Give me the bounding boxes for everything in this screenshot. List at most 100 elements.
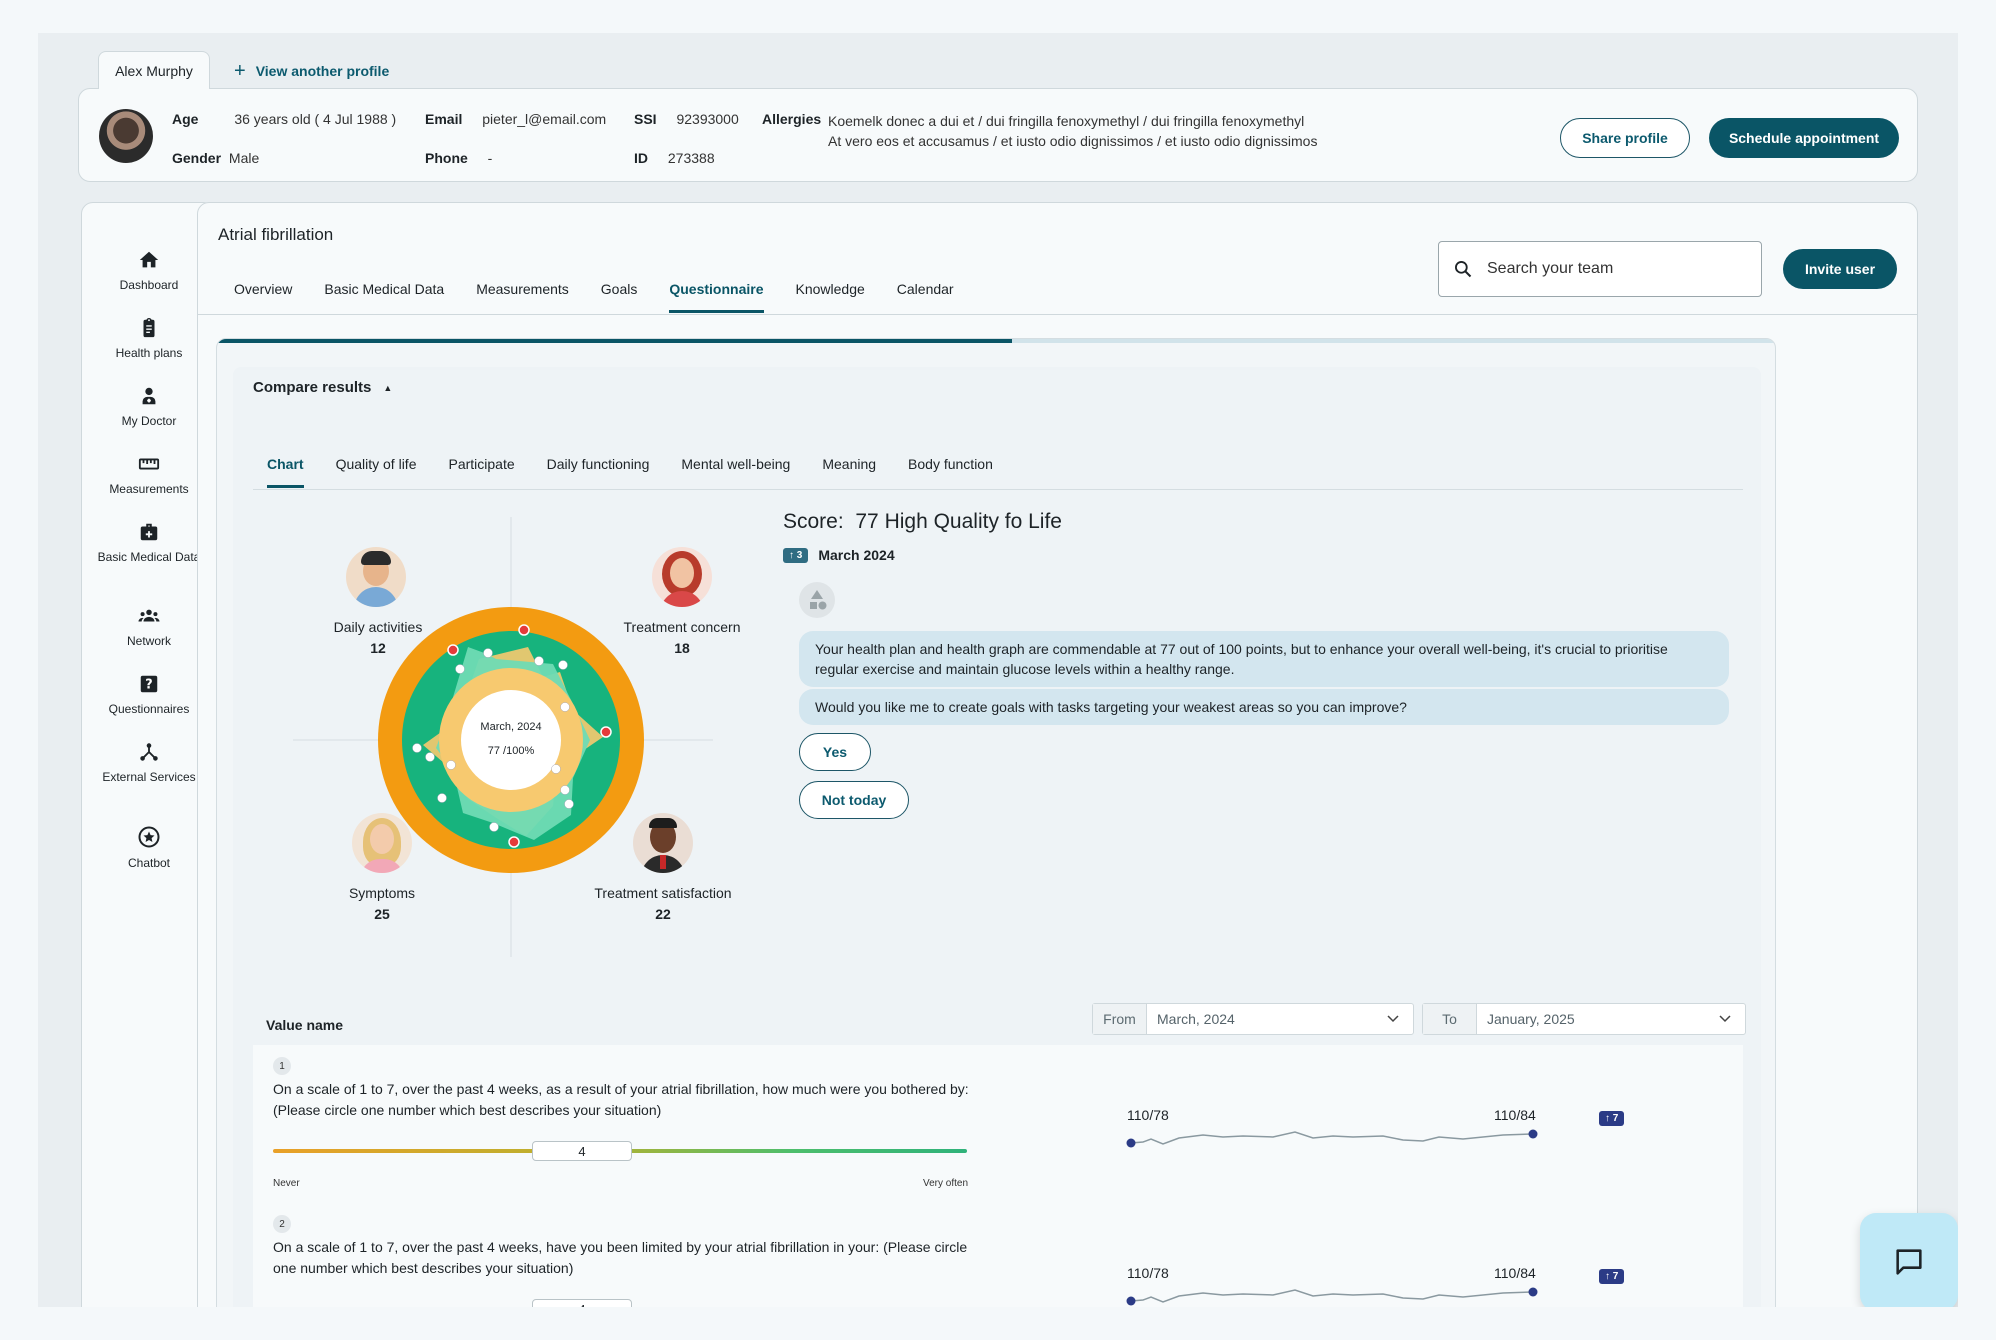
sidebar-item-network[interactable]: Network xyxy=(82,605,216,649)
radar-point xyxy=(483,648,493,658)
chat-fab-button[interactable] xyxy=(1860,1213,1958,1307)
quadrant-value-daily-activities: 12 xyxy=(370,640,386,656)
tab-questionnaire[interactable]: Questionnaire xyxy=(669,281,764,313)
from-value: March, 2024 xyxy=(1147,1004,1413,1034)
radar-point xyxy=(455,664,465,674)
home-icon xyxy=(139,251,159,268)
invite-user-button[interactable]: Invite user xyxy=(1783,249,1897,289)
trend-sparkline xyxy=(1126,1129,1538,1148)
score-heading: Score: 77 High Quality fo Life xyxy=(783,510,1062,534)
compare-results-toggle[interactable]: Compare results ▲ xyxy=(253,379,392,396)
sidebar-item-label: External Services xyxy=(102,770,196,784)
doctor-icon xyxy=(142,387,156,405)
age-field: Age 36 years old ( 4 Jul 1988 ) xyxy=(172,111,396,127)
subtab-chart[interactable]: Chart xyxy=(267,456,304,488)
phone-value: - xyxy=(487,150,493,166)
tab-overview[interactable]: Overview xyxy=(234,281,292,313)
avatar-daily-activities xyxy=(346,547,406,607)
quadrant-label-treatment-concern: Treatment concern xyxy=(623,619,741,635)
chat-bubble-icon xyxy=(1896,1249,1922,1275)
sidebar-item-label: My Doctor xyxy=(121,414,177,428)
ssi-value: 92393000 xyxy=(676,111,739,127)
chatbot-avatar-icon xyxy=(799,582,835,618)
trend-change-badge: ↑ 7 xyxy=(1599,1111,1625,1126)
value-name-header: Value name xyxy=(266,1017,344,1033)
ring-center xyxy=(461,690,561,790)
allergies-label: Allergies xyxy=(762,111,837,127)
sidebar-item-my-doctor[interactable]: My Doctor xyxy=(82,385,216,429)
to-value: January, 2025 xyxy=(1477,1004,1745,1034)
to-date-select[interactable]: To January, 2025 xyxy=(1422,1003,1746,1035)
chevron-down-icon xyxy=(1719,1015,1731,1023)
profile-card: Age 36 years old ( 4 Jul 1988 ) Gender M… xyxy=(78,88,1918,182)
from-date-select[interactable]: From March, 2024 xyxy=(1092,1003,1414,1035)
radar-point xyxy=(564,799,574,809)
caret-up-icon: ▲ xyxy=(383,382,393,393)
not-today-button[interactable]: Not today xyxy=(799,781,909,819)
quadrant-value-symptoms: 25 xyxy=(374,906,390,922)
chat-message-2: Would you like me to create goals with t… xyxy=(799,689,1729,725)
allergies-line-2: At vero eos et accusamus / et iusto odio… xyxy=(828,133,1318,149)
sidebar-item-chatbot[interactable]: Chatbot xyxy=(82,825,216,871)
subtab-mental-well-being[interactable]: Mental well-being xyxy=(681,456,790,488)
radar-point xyxy=(489,822,499,832)
sidebar-item-measurements[interactable]: Measurements xyxy=(82,453,216,497)
radar-point xyxy=(534,656,544,666)
radar-center-value: 77 /100% xyxy=(488,745,535,757)
medkit-icon xyxy=(140,523,158,541)
search-icon xyxy=(1455,261,1472,278)
view-another-profile-link[interactable]: + View another profile xyxy=(234,61,389,81)
subtab-daily-functioning[interactable]: Daily functioning xyxy=(547,456,650,488)
question-text: On a scale of 1 to 7, over the past 4 we… xyxy=(273,1239,968,1276)
compare-section: Compare results ▲ Chart Quality of life … xyxy=(233,367,1761,1307)
question-text: On a scale of 1 to 7, over the past 4 we… xyxy=(273,1081,969,1118)
tab-knowledge[interactable]: Knowledge xyxy=(796,281,865,313)
yes-button[interactable]: Yes xyxy=(799,733,871,771)
people-icon xyxy=(138,609,160,622)
compare-subtabs: Chart Quality of life Participate Daily … xyxy=(267,456,993,488)
trend-change-badge: ↑ 7 xyxy=(1599,1269,1625,1284)
phone-field: Phone - xyxy=(425,150,492,166)
chevron-down-icon xyxy=(1387,1015,1399,1023)
subtab-quality-of-life[interactable]: Quality of life xyxy=(336,456,417,488)
sidebar-item-label: Questionnaires xyxy=(108,702,190,716)
compare-results-title: Compare results xyxy=(253,379,372,396)
score-change-badge: ↑ 3 xyxy=(783,547,809,563)
answer-slider-handle[interactable]: 4 xyxy=(532,1141,632,1161)
score-value: 77 High Quality fo Life xyxy=(855,510,1062,533)
radar-point xyxy=(558,660,568,670)
score-date-row: ↑ 3 March 2024 xyxy=(783,547,895,563)
schedule-appointment-button[interactable]: Schedule appointment xyxy=(1709,118,1899,158)
sidebar-item-health-plans[interactable]: Health plans xyxy=(82,317,216,361)
sidebar-item-external-services[interactable]: External Services xyxy=(82,741,216,785)
star-circle-icon xyxy=(138,826,160,848)
sidebar-item-questionnaires[interactable]: ? Questionnaires xyxy=(82,673,216,717)
gender-value: Male xyxy=(228,150,260,166)
avatar-symptoms xyxy=(352,813,412,873)
trend-end-value: 110/84 xyxy=(1494,1107,1536,1123)
id-field: ID 273388 xyxy=(634,150,715,166)
radar-point-highlight xyxy=(600,726,612,738)
share-profile-button[interactable]: Share profile xyxy=(1560,118,1690,158)
sidebar-item-basic-medical-data[interactable]: Basic Medical Data xyxy=(82,521,216,565)
answer-slider-handle[interactable]: 4 xyxy=(532,1299,632,1307)
profile-tab[interactable]: Alex Murphy xyxy=(98,51,210,89)
tab-measurements[interactable]: Measurements xyxy=(476,281,569,313)
subtab-meaning[interactable]: Meaning xyxy=(822,456,876,488)
sidebar-item-label: Dashboard xyxy=(119,278,179,292)
to-value-text: January, 2025 xyxy=(1487,1011,1575,1027)
tab-goals[interactable]: Goals xyxy=(601,281,638,313)
gender-field: Gender Male xyxy=(172,150,259,166)
subtab-participate[interactable]: Participate xyxy=(449,456,515,488)
radar-point xyxy=(446,760,456,770)
shapes-icon xyxy=(810,590,827,610)
view-another-label: View another profile xyxy=(255,63,390,79)
trend-start-value: 110/78 xyxy=(1127,1107,1169,1123)
search-input[interactable]: Search your team xyxy=(1438,241,1762,297)
id-label: ID xyxy=(634,150,648,166)
subtab-body-function[interactable]: Body function xyxy=(908,456,993,488)
tab-calendar[interactable]: Calendar xyxy=(897,281,954,313)
sidebar-item-dashboard[interactable]: Dashboard xyxy=(82,249,216,293)
phone-label: Phone xyxy=(425,150,468,166)
tab-basic-medical-data[interactable]: Basic Medical Data xyxy=(324,281,444,313)
